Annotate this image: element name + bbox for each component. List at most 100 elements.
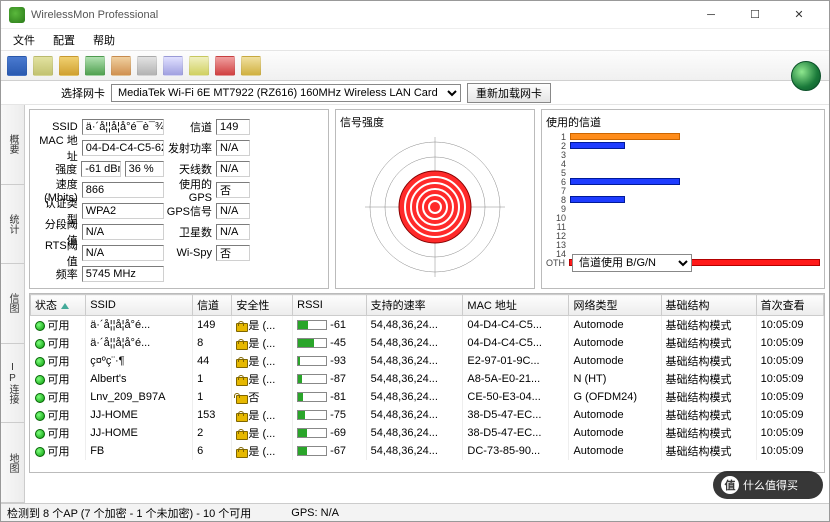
val-antenna: N/A — [216, 161, 250, 177]
minimize-button[interactable]: ─ — [689, 1, 733, 29]
rssi-bar — [297, 392, 327, 402]
rssi-bar — [297, 374, 327, 384]
status-gps: GPS: N/A — [291, 507, 339, 519]
statusbar: 检测到 8 个AP (7 个加密 - 1 个未加密) - 10 个可用 GPS:… — [1, 503, 829, 521]
window-title: WirelessMon Professional — [31, 9, 689, 21]
channel-bar-7: 7 — [546, 186, 820, 195]
tab-graph[interactable]: 信图 — [1, 264, 24, 344]
antenna-icon[interactable] — [111, 56, 131, 76]
channel-bar-6: 6 — [546, 177, 820, 186]
col-infra[interactable]: 基础结构 — [661, 295, 756, 316]
val-freq: 5745 MHz — [82, 266, 164, 282]
table-row[interactable]: 可用FB6是 (...-6754,48,36,24...DC-73-85-90.… — [31, 442, 824, 460]
maximize-button[interactable]: ☐ — [733, 1, 777, 29]
nic-select[interactable]: MediaTek Wi-Fi 6E MT7922 (RZ616) 160MHz … — [111, 84, 461, 102]
rssi-bar — [297, 428, 327, 438]
table-row[interactable]: 可用JJ-HOME2是 (...-6954,48,36,24...38-D5-4… — [31, 424, 824, 442]
menu-config[interactable]: 配置 — [45, 30, 83, 50]
menu-help[interactable]: 帮助 — [85, 30, 123, 50]
channel-bar-12: 12 — [546, 231, 820, 240]
table-row[interactable]: 可用ç¤ºç¨·¶44是 (...-9354,48,36,24...E2-97-… — [31, 352, 824, 370]
rssi-bar — [297, 320, 327, 330]
lock-icon — [236, 321, 246, 332]
status-dot-icon — [35, 339, 45, 349]
rssi-bar — [297, 410, 327, 420]
table-row[interactable]: 可用ä·´å¦¦å¦å°é­...149是 (...-6154,48,36,24… — [31, 316, 824, 335]
map-icon[interactable] — [137, 56, 157, 76]
rssi-bar — [297, 338, 327, 348]
config-icon[interactable] — [33, 56, 53, 76]
signal-header: 信号强度 — [340, 114, 530, 130]
channel-bar-10: 10 — [546, 213, 820, 222]
watermark-text: 什么值得买 — [743, 477, 798, 493]
val-ssid: ä·´å¦¦å¦å°é­¯è¯¾wh — [82, 119, 164, 135]
lbl-channel: 信道 — [164, 119, 216, 135]
rssi-bar — [297, 356, 327, 366]
side-tabs: 概要 统计 信图 IP连接 地图 — [1, 105, 25, 503]
col-mac[interactable]: MAC 地址 — [463, 295, 569, 316]
table-row[interactable]: 可用ä·´å¦¦å¦å°é­...8是 (...-4554,48,36,24..… — [31, 334, 824, 352]
channel-bar-5: 5 — [546, 168, 820, 177]
channel-bar-3: 3 — [546, 150, 820, 159]
channel-bar-4: 4 — [546, 159, 820, 168]
channel-bar-8: 8 — [546, 195, 820, 204]
lbl-txpower: 发射功率 — [164, 140, 216, 156]
col-rates[interactable]: 支持的速率 — [366, 295, 463, 316]
network-icon[interactable] — [85, 56, 105, 76]
channel-bar-9: 9 — [546, 204, 820, 213]
lock-icon — [236, 375, 246, 386]
save-icon[interactable] — [7, 56, 27, 76]
col-firstseen[interactable]: 首次查看 — [756, 295, 823, 316]
watermark-icon: 值 — [721, 476, 739, 494]
lock-icon — [236, 411, 246, 422]
tab-ip[interactable]: IP连接 — [1, 344, 24, 424]
col-nettype[interactable]: 网络类型 — [569, 295, 661, 316]
table-row[interactable]: 可用JJ-HOME153是 (...-7554,48,36,24...38-D5… — [31, 406, 824, 424]
val-channel: 149 — [216, 119, 250, 135]
globe-icon — [791, 61, 821, 91]
col-status[interactable]: 状态 — [31, 295, 86, 316]
reload-icon[interactable] — [59, 56, 79, 76]
close-button[interactable]: ✕ — [777, 1, 821, 29]
val-speed: 866 — [82, 182, 164, 198]
stop-icon[interactable] — [215, 56, 235, 76]
lbl-sat: 卫星数 — [164, 224, 216, 240]
connection-details: SSIDä·´å¦¦å¦å°é­¯è¯¾wh MAC 地址04-D4-C4-C5… — [29, 109, 329, 289]
rssi-bar — [297, 446, 327, 456]
toolbar — [1, 51, 829, 81]
lbl-rts: RTS阈值 — [34, 237, 82, 269]
col-security[interactable]: 安全性 — [232, 295, 293, 316]
status-dot-icon — [35, 429, 45, 439]
reload-nic-button[interactable]: 重新加载网卡 — [467, 83, 551, 103]
col-channel[interactable]: 信道 — [193, 295, 232, 316]
nic-row: 选择网卡 MediaTek Wi-Fi 6E MT7922 (RZ616) 16… — [1, 81, 829, 105]
zoom-icon[interactable] — [163, 56, 183, 76]
titlebar: WirelessMon Professional ─ ☐ ✕ — [1, 1, 829, 29]
lbl-wispy: Wi-Spy — [164, 247, 216, 259]
col-ssid[interactable]: SSID — [86, 295, 193, 316]
lbl-antenna: 天线数 — [164, 161, 216, 177]
help-icon[interactable] — [189, 56, 209, 76]
menu-file[interactable]: 文件 — [5, 30, 43, 50]
val-rts: N/A — [82, 245, 164, 261]
folder-icon[interactable] — [241, 56, 261, 76]
status-dot-icon — [35, 357, 45, 367]
unlock-icon — [236, 393, 246, 404]
status-dot-icon — [35, 447, 45, 457]
table-row[interactable]: 可用Lnv_209_B97A1否-8154,48,36,24...CE-50-E… — [31, 388, 824, 406]
menubar: 文件 配置 帮助 — [1, 29, 829, 51]
tab-map[interactable]: 地图 — [1, 423, 24, 503]
lock-icon — [236, 429, 246, 440]
channel-bar-11: 11 — [546, 222, 820, 231]
channel-bar-1: 1 — [546, 132, 820, 141]
tab-summary[interactable]: 概要 — [1, 105, 24, 185]
lock-icon — [236, 447, 246, 458]
val-strength-pct: 36 % — [125, 161, 164, 177]
ap-table[interactable]: 状态 SSID 信道 安全性 RSSI 支持的速率 MAC 地址 网络类型 基础… — [29, 293, 825, 473]
val-wispy: 否 — [216, 245, 250, 261]
table-row[interactable]: 可用Albert's1是 (...-8754,48,36,24...A8-5A-… — [31, 370, 824, 388]
col-rssi[interactable]: RSSI — [293, 295, 366, 316]
tab-stats[interactable]: 统计 — [1, 185, 24, 265]
signal-panel: 信号强度 — [335, 109, 535, 289]
channel-mode-select[interactable]: 信道使用 B/G/N — [572, 254, 692, 272]
